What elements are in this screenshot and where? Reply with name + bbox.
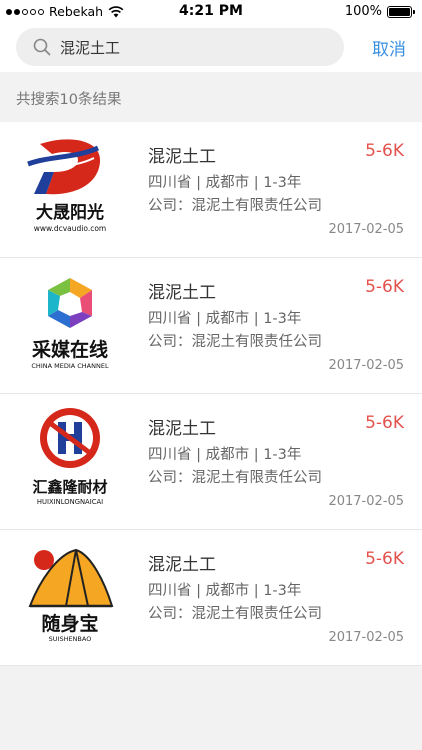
salary: 5-6K (365, 413, 404, 433)
job-location-experience: 四川省 | 成都市 | 1-3年 (148, 311, 302, 327)
list-item[interactable]: 汇鑫隆耐材 HUIXINLONGNAICAI 混泥土工 5-6K 四川省 | 成… (0, 394, 422, 530)
company-logo: 随身宝 SUISHENBAO (28, 548, 114, 643)
company-logo: 采媒在线 CHINA MEDIA CHANNEL (31, 278, 109, 370)
job-title: 混泥土工 (148, 147, 216, 167)
salary: 5-6K (365, 277, 404, 297)
logo-name: 随身宝 (41, 612, 98, 635)
job-title: 混泥土工 (148, 419, 216, 439)
search-box[interactable] (16, 28, 344, 66)
battery-fill (389, 7, 410, 16)
battery-icon (387, 5, 415, 18)
status-right: 100% (344, 4, 415, 19)
search-icon (33, 38, 51, 56)
logo-sub: HUIXINLONGNAICAI (37, 498, 103, 506)
search-header: 取消 (0, 24, 422, 72)
list-item[interactable]: 采媒在线 CHINA MEDIA CHANNEL 混泥土工 5-6K 四川省 |… (0, 258, 422, 394)
logo-name: 汇鑫隆耐材 (32, 478, 107, 496)
job-location-experience: 四川省 | 成都市 | 1-3年 (148, 175, 302, 191)
job-location-experience: 四川省 | 成都市 | 1-3年 (148, 583, 302, 599)
salary: 5-6K (365, 549, 404, 569)
logo-sub: www.dcvaudio.com (34, 224, 106, 233)
list-item[interactable]: 大晟阳光 www.dcvaudio.com 混泥土工 5-6K 四川省 | 成都… (0, 122, 422, 258)
search-input[interactable] (60, 32, 310, 62)
logo-name: 大晟阳光 (36, 202, 104, 223)
company-name: 公司：混泥土有限责任公司 (148, 198, 322, 214)
job-title: 混泥土工 (148, 283, 216, 303)
result-list: 大晟阳光 www.dcvaudio.com 混泥土工 5-6K 四川省 | 成都… (0, 122, 422, 666)
h-circle-logo-icon (40, 408, 100, 468)
post-date: 2017-02-05 (328, 494, 404, 509)
post-date: 2017-02-05 (328, 630, 404, 645)
status-bar: Rebekah 4:21 PM 100% (0, 0, 422, 24)
post-date: 2017-02-05 (328, 222, 404, 237)
company-logo: 汇鑫隆耐材 HUIXINLONGNAICAI (32, 408, 108, 506)
list-item[interactable]: 随身宝 SUISHENBAO 混泥土工 5-6K 四川省 | 成都市 | 1-3… (0, 530, 422, 666)
salary: 5-6K (365, 141, 404, 161)
logo-name: 采媒在线 (32, 338, 108, 361)
job-location-experience: 四川省 | 成都市 | 1-3年 (148, 447, 302, 463)
logo-sub: CHINA MEDIA CHANNEL (31, 362, 109, 370)
battery-percent: 100% (344, 4, 382, 19)
tent-sun-logo-icon (28, 548, 114, 608)
company-name: 公司：混泥土有限责任公司 (148, 470, 322, 486)
logo-sub: SUISHENBAO (49, 635, 92, 643)
d-swoosh-logo-icon (27, 139, 101, 195)
company-logo: 大晟阳光 www.dcvaudio.com (27, 139, 106, 233)
result-count: 共搜索10条结果 (16, 92, 122, 108)
rainbow-hexagon-logo-icon (48, 278, 92, 328)
post-date: 2017-02-05 (328, 358, 404, 373)
job-title: 混泥土工 (148, 555, 216, 575)
company-name: 公司：混泥土有限责任公司 (148, 606, 322, 622)
cancel-button[interactable]: 取消 (372, 35, 406, 60)
company-name: 公司：混泥土有限责任公司 (148, 334, 322, 350)
